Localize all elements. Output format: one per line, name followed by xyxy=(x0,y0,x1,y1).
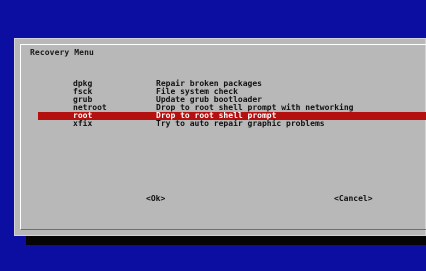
menu-item-description: Try to auto repair graphic problems xyxy=(156,119,325,128)
recovery-menu-list: dpkg Repair broken packages fsck File sy… xyxy=(38,80,426,128)
dialog-title: Recovery Menu xyxy=(30,48,94,57)
console-screen: Recovery Menu dpkg Repair broken package… xyxy=(0,0,426,271)
menu-item-xfix[interactable]: xfix Try to auto repair graphic problems xyxy=(38,120,426,128)
menu-item-key: xfix xyxy=(73,119,93,128)
ok-button[interactable]: <Ok> xyxy=(146,194,165,204)
cancel-button[interactable]: <Cancel> xyxy=(334,194,373,204)
dialog-buttons: <Ok> <Cancel> xyxy=(14,194,426,204)
recovery-menu-dialog: Recovery Menu dpkg Repair broken package… xyxy=(14,38,426,236)
